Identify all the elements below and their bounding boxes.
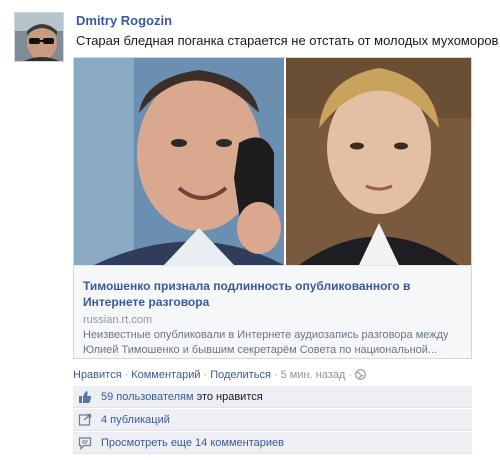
- separator: ·: [124, 369, 129, 381]
- shared-link-card[interactable]: Тимошенко признала подлинность опубликов…: [73, 57, 472, 359]
- share-link[interactable]: Поделиться: [210, 369, 271, 381]
- likes-text: это нравится: [193, 391, 263, 403]
- share-icon: [78, 413, 92, 427]
- like-link[interactable]: Нравится: [73, 369, 122, 381]
- post-timestamp[interactable]: 5 мин. назад: [281, 369, 346, 381]
- likes-count-link[interactable]: 59 пользователям: [101, 391, 194, 403]
- post-message: Старая бледная поганка старается не отст…: [76, 33, 499, 48]
- separator: ·: [273, 369, 278, 381]
- post-actions: Нравится · Комментарий · Поделиться · 5 мин. н…: [73, 369, 366, 383]
- likes-row: 59 пользователям это нравится: [73, 386, 472, 408]
- avatar[interactable]: [14, 12, 64, 62]
- shared-link-description: Неизвестные опубликовали в Интернете ауд…: [83, 329, 449, 356]
- separator: ·: [348, 369, 352, 381]
- shares-count-link[interactable]: 4 публикаций: [101, 409, 170, 431]
- author-name[interactable]: Dmitry Rogozin: [76, 13, 172, 28]
- shared-link-title[interactable]: Тимошенко признала подлинность опубликов…: [83, 278, 463, 310]
- shared-link-domain: russian.rt.com: [83, 314, 153, 326]
- feedback-panel: 59 пользователям это нравится 4 публикац…: [73, 386, 472, 455]
- likes-summary: 59 пользователям это нравится: [101, 386, 263, 408]
- comments-row: Просмотреть еще 14 комментариев: [73, 432, 472, 454]
- globe-icon[interactable]: [355, 369, 366, 383]
- shares-row: 4 публикаций: [73, 409, 472, 431]
- comment-icon: [78, 436, 92, 450]
- thumbs-up-icon: [78, 390, 92, 404]
- comment-link[interactable]: Комментарий: [131, 369, 200, 381]
- shared-link-text: Тимошенко признала подлинность опубликов…: [74, 265, 471, 358]
- separator: ·: [203, 369, 208, 381]
- shared-link-image[interactable]: [74, 58, 471, 265]
- view-more-comments-link[interactable]: Просмотреть еще 14 комментариев: [101, 432, 284, 454]
- feed-post: Dmitry Rogozin Старая бледная поганка ст…: [0, 0, 500, 460]
